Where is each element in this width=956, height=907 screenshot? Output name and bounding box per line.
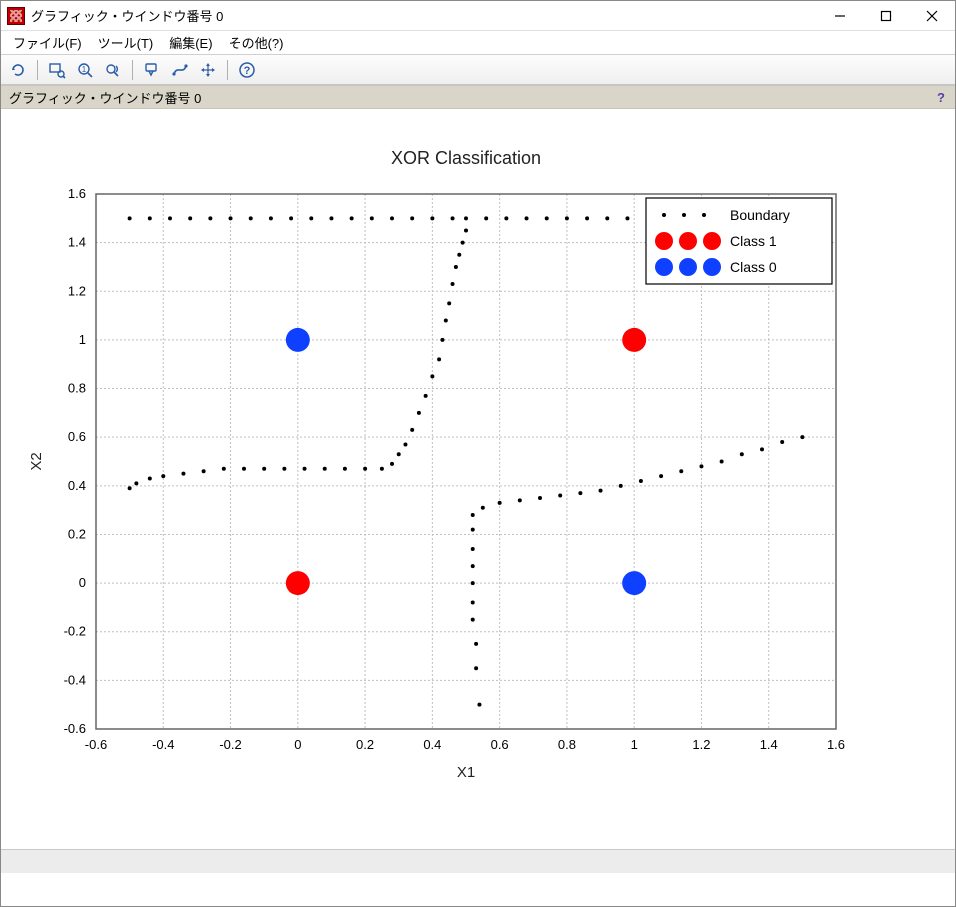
- pan-button[interactable]: [195, 58, 221, 82]
- datatip-icon: [143, 61, 161, 79]
- svg-text:0.8: 0.8: [558, 737, 576, 752]
- zoom-reset-icon: [104, 61, 122, 79]
- close-icon: [926, 10, 938, 22]
- pan-icon: [199, 61, 217, 79]
- zoom-rect-icon: [48, 61, 66, 79]
- help-icon: ?: [238, 61, 256, 79]
- svg-text:X1: X1: [457, 764, 475, 781]
- toolbar: 1 ?: [1, 55, 955, 85]
- app-icon: [7, 7, 25, 25]
- zoom-fit-button[interactable]: 1: [72, 58, 98, 82]
- svg-text:1.4: 1.4: [760, 737, 778, 752]
- svg-text:XOR Classification: XOR Classification: [391, 148, 541, 168]
- svg-text:0.6: 0.6: [491, 737, 509, 752]
- toolbar-separator: [227, 60, 228, 80]
- svg-text:-0.2: -0.2: [64, 624, 86, 639]
- curve-edit-icon: [171, 61, 189, 79]
- rotate-tool-button[interactable]: [5, 58, 31, 82]
- svg-text:0.4: 0.4: [68, 478, 86, 493]
- svg-text:0.2: 0.2: [68, 526, 86, 541]
- svg-text:1.2: 1.2: [68, 283, 86, 298]
- minimize-icon: [834, 10, 846, 22]
- svg-text:1.6: 1.6: [68, 186, 86, 201]
- curve-edit-button[interactable]: [167, 58, 193, 82]
- window-controls: [817, 1, 955, 30]
- svg-text:Class 0: Class 0: [730, 259, 777, 275]
- menu-edit[interactable]: 編集(E): [161, 31, 220, 54]
- toolbar-separator: [132, 60, 133, 80]
- svg-text:-0.4: -0.4: [64, 672, 86, 687]
- svg-text:1.2: 1.2: [692, 737, 710, 752]
- status-bar: [1, 849, 955, 873]
- menu-file[interactable]: ファイル(F): [5, 31, 90, 54]
- svg-text:-0.2: -0.2: [219, 737, 241, 752]
- zoom-rect-button[interactable]: [44, 58, 70, 82]
- title-bar: グラフィック・ウインドウ番号 0: [1, 1, 955, 31]
- info-bar: グラフィック・ウインドウ番号 0 ?: [1, 85, 955, 109]
- rotate-icon: [9, 61, 27, 79]
- menu-other[interactable]: その他(?): [221, 31, 292, 54]
- svg-text:1: 1: [79, 332, 86, 347]
- info-bar-label: グラフィック・ウインドウ番号 0: [9, 88, 201, 107]
- svg-text:?: ?: [244, 65, 251, 77]
- maximize-icon: [880, 10, 892, 22]
- menu-bar: ファイル(F) ツール(T) 編集(E) その他(?): [1, 31, 955, 55]
- datatip-button[interactable]: [139, 58, 165, 82]
- svg-text:-0.6: -0.6: [64, 721, 86, 736]
- chart-svg: XOR Classification -0.6 -0.4 -0.2 0 0.2 0.4 0.6…: [1, 109, 956, 849]
- svg-text:0.2: 0.2: [356, 737, 374, 752]
- minimize-button[interactable]: [817, 1, 863, 30]
- svg-text:0: 0: [79, 575, 86, 590]
- svg-text:1.4: 1.4: [68, 235, 86, 250]
- svg-text:1: 1: [631, 737, 638, 752]
- svg-text:0.8: 0.8: [68, 381, 86, 396]
- svg-text:Class 1: Class 1: [730, 233, 777, 249]
- menu-tools[interactable]: ツール(T): [90, 31, 162, 54]
- help-button[interactable]: ?: [234, 58, 260, 82]
- svg-text:0.6: 0.6: [68, 429, 86, 444]
- zoom-reset-button[interactable]: [100, 58, 126, 82]
- plot-area[interactable]: XOR Classification -0.6 -0.4 -0.2 0 0.2 0.4 0.6…: [1, 109, 955, 849]
- maximize-button[interactable]: [863, 1, 909, 30]
- svg-text:1: 1: [82, 65, 87, 74]
- close-button[interactable]: [909, 1, 955, 30]
- info-bar-help[interactable]: ?: [937, 90, 945, 105]
- svg-text:-0.4: -0.4: [152, 737, 174, 752]
- svg-text:X2: X2: [28, 452, 45, 470]
- svg-text:1.6: 1.6: [827, 737, 845, 752]
- svg-text:-0.6: -0.6: [85, 737, 107, 752]
- svg-text:0: 0: [294, 737, 301, 752]
- toolbar-separator: [37, 60, 38, 80]
- svg-text:0.4: 0.4: [423, 737, 441, 752]
- window-title: グラフィック・ウインドウ番号 0: [31, 6, 817, 25]
- zoom-fit-icon: 1: [76, 61, 94, 79]
- svg-text:Boundary: Boundary: [730, 207, 790, 223]
